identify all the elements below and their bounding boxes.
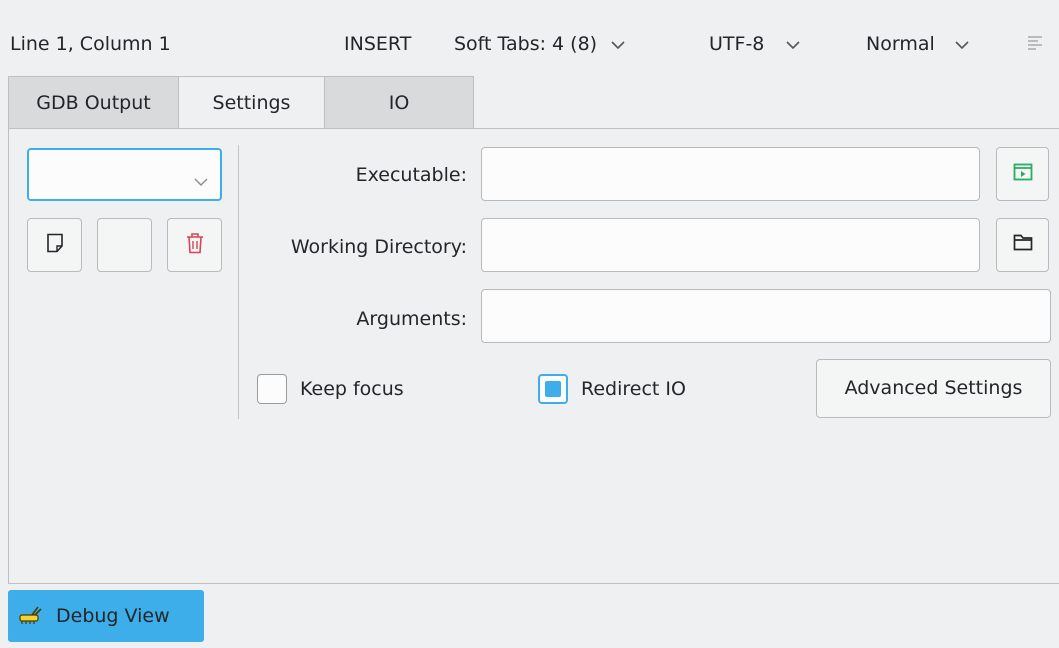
trash-icon	[186, 232, 204, 259]
encoding-selector[interactable]: UTF-8	[709, 30, 800, 58]
debug-view-label: Debug View	[56, 605, 170, 627]
arguments-label: Arguments:	[356, 308, 467, 330]
profile-combobox[interactable]	[27, 148, 222, 201]
chevron-down-icon	[786, 30, 800, 58]
redirect-io-checkbox[interactable]	[538, 374, 568, 404]
tab-gdb-output[interactable]: GDB Output	[8, 76, 179, 128]
tab-io[interactable]: IO	[324, 76, 474, 128]
executable-label: Executable:	[355, 164, 467, 186]
working-directory-label: Working Directory:	[290, 236, 467, 258]
browse-directory-button[interactable]	[996, 218, 1049, 272]
folder-icon	[1013, 234, 1033, 256]
debug-bug-icon	[18, 603, 44, 630]
executable-icon	[1013, 163, 1033, 186]
chevron-down-icon	[955, 30, 969, 58]
debug-view-button[interactable]: Debug View	[8, 590, 204, 642]
browse-executable-button[interactable]	[996, 147, 1049, 201]
keep-focus-label[interactable]: Keep focus	[300, 374, 404, 404]
chevron-down-icon	[611, 30, 625, 58]
input-mode-label: Normal	[866, 33, 935, 55]
new-profile-button[interactable]	[27, 218, 82, 272]
indent-label: Soft Tabs: 4 (8)	[454, 33, 598, 55]
advanced-settings-button[interactable]: Advanced Settings	[816, 359, 1051, 418]
tab-settings[interactable]: Settings	[178, 76, 325, 130]
executable-input[interactable]	[481, 147, 980, 201]
keep-focus-checkbox[interactable]	[257, 374, 287, 404]
working-directory-input[interactable]	[481, 218, 980, 272]
cursor-position: Line 1, Column 1	[10, 33, 171, 55]
document-menu-icon[interactable]	[1024, 32, 1046, 54]
copy-profile-button[interactable]	[97, 218, 152, 272]
chevron-down-icon	[194, 170, 208, 192]
new-document-icon	[46, 233, 64, 258]
arguments-input[interactable]	[481, 289, 1051, 343]
edit-mode[interactable]: INSERT	[344, 30, 411, 58]
check-indicator	[545, 381, 561, 397]
encoding-label: UTF-8	[709, 33, 765, 55]
indent-selector[interactable]: Soft Tabs: 4 (8)	[454, 30, 625, 58]
input-mode-selector[interactable]: Normal	[866, 30, 969, 58]
redirect-io-label[interactable]: Redirect IO	[581, 374, 686, 404]
